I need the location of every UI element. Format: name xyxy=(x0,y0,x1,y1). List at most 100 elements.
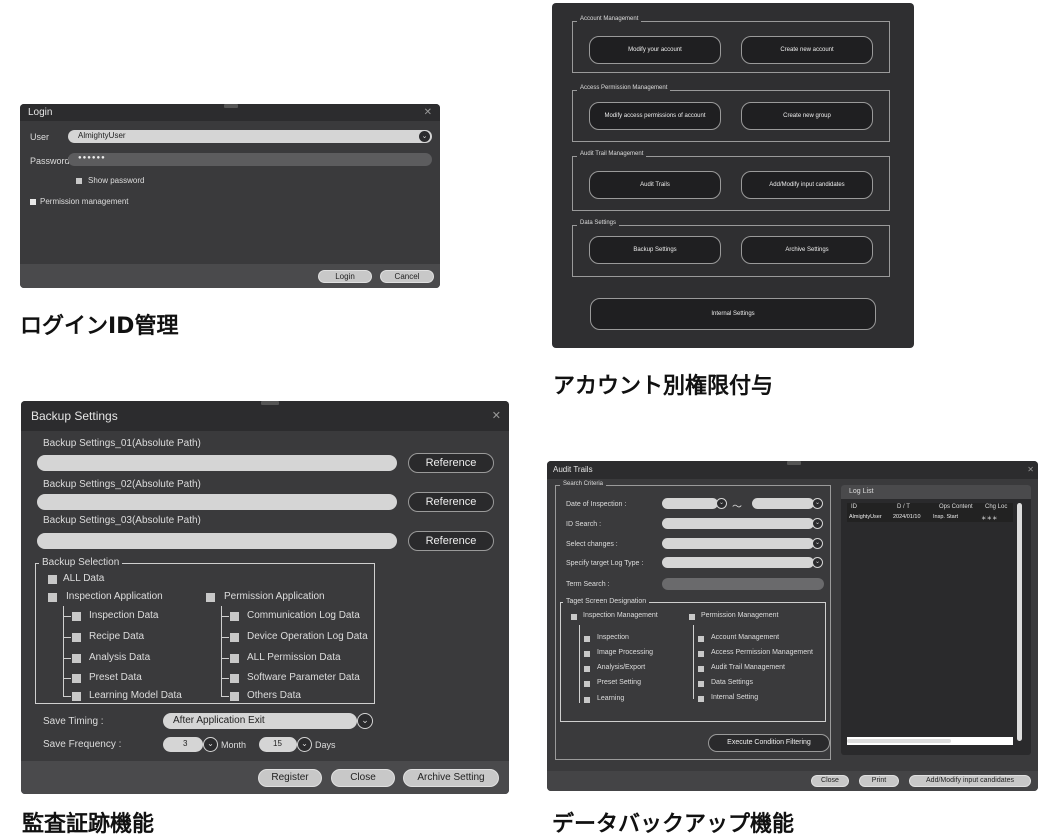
backup-path1-input[interactable] xyxy=(37,455,397,471)
print-button[interactable]: Print xyxy=(859,775,899,787)
user-select[interactable]: AlmightyUser xyxy=(68,130,432,143)
internal-settings-button[interactable]: Internal Settings xyxy=(590,298,876,330)
create-new-group-button[interactable]: Create new group xyxy=(741,102,873,130)
modify-your-account-button[interactable]: Modify your account xyxy=(589,36,721,64)
chevron-down-icon[interactable]: ⌄ xyxy=(203,737,218,752)
access-permission-management-checkbox[interactable] xyxy=(698,651,704,657)
archive-settings-button[interactable]: Archive Settings xyxy=(741,236,873,264)
table-row[interactable]: AlmightyUser 2024/01/10 Insp. Start ＊＊＊ xyxy=(847,513,1013,522)
account-management-checkbox[interactable] xyxy=(698,636,704,642)
backup-path2-input[interactable] xyxy=(37,494,397,510)
inspection-application-checkbox[interactable] xyxy=(48,593,57,602)
register-button[interactable]: Register xyxy=(258,769,322,787)
inspection-tree-line xyxy=(63,606,64,696)
login-button[interactable]: Login xyxy=(318,270,372,283)
close-icon[interactable]: ✕ xyxy=(492,401,501,431)
learning-model-data-checkbox[interactable] xyxy=(72,692,81,701)
password-field[interactable]: ●●●●●● xyxy=(68,153,432,166)
reference1-button[interactable]: Reference xyxy=(408,453,494,473)
software-parameter-data-label: Software Parameter Data xyxy=(247,672,360,683)
inspection-checkbox[interactable] xyxy=(584,636,590,642)
month-select[interactable]: 3 xyxy=(163,737,203,752)
device-operation-log-data-checkbox[interactable] xyxy=(230,633,239,642)
create-new-account-button[interactable]: Create new account xyxy=(741,36,873,64)
log-table: ID D / T Ops Content Chg Loc AlmightyUse… xyxy=(847,503,1013,745)
modify-access-permissions-button[interactable]: Modify access permissions of account xyxy=(589,102,721,130)
inspection-management-checkbox[interactable] xyxy=(571,614,577,620)
backup-path1-label: Backup Settings_01(Absolute Path) xyxy=(43,438,201,449)
drag-handle[interactable] xyxy=(224,104,238,108)
analysis-export-checkbox[interactable] xyxy=(584,666,590,672)
permission-management-checkbox[interactable] xyxy=(689,614,695,620)
log-type-select[interactable] xyxy=(662,557,814,568)
date-from-select[interactable] xyxy=(662,498,718,509)
inspection-data-checkbox[interactable] xyxy=(72,612,81,621)
chevron-down-icon[interactable]: ⌄ xyxy=(812,498,823,509)
chevron-down-icon[interactable]: ⌄ xyxy=(812,538,823,549)
backup-path3-input[interactable] xyxy=(37,533,397,549)
image-processing-checkbox[interactable] xyxy=(584,651,590,657)
backup-caption: 監査証跡機能 xyxy=(22,812,155,837)
all-permission-data-label: ALL Permission Data xyxy=(247,652,341,663)
communication-log-data-checkbox[interactable] xyxy=(230,612,239,621)
tree-branch xyxy=(63,658,71,659)
tree-branch xyxy=(221,616,229,617)
days-select[interactable]: 15 xyxy=(259,737,297,752)
chevron-down-icon[interactable]: ⌄ xyxy=(812,557,823,568)
backup-settings-button[interactable]: Backup Settings xyxy=(589,236,721,264)
vertical-scrollbar[interactable] xyxy=(1017,503,1022,741)
cancel-button[interactable]: Cancel xyxy=(380,270,434,283)
add-modify-input-candidates-button[interactable]: Add/Modify input candidates xyxy=(741,171,873,199)
archive-setting-button[interactable]: Archive Setting xyxy=(403,769,499,787)
permission-application-checkbox[interactable] xyxy=(206,593,215,602)
chevron-down-icon[interactable]: ⌄ xyxy=(812,518,823,529)
analysis-data-checkbox[interactable] xyxy=(72,654,81,663)
term-search-input[interactable] xyxy=(662,578,824,590)
close-icon[interactable]: ✕ xyxy=(424,104,432,121)
tree-branch xyxy=(63,696,71,697)
software-parameter-data-checkbox[interactable] xyxy=(230,674,239,683)
all-permission-data-checkbox[interactable] xyxy=(230,654,239,663)
save-timing-select[interactable]: After Application Exit xyxy=(163,713,357,729)
chevron-down-icon[interactable]: ⌄ xyxy=(357,713,373,729)
account-management-title: Account Management xyxy=(577,16,642,22)
chevron-down-icon[interactable]: ⌄ xyxy=(716,498,727,509)
col-chg-loc: Chg Loc xyxy=(985,504,1008,510)
add-modify-input-candidates-button[interactable]: Add/Modify input candidates xyxy=(909,775,1031,787)
target-screen-group: Taget Screen Designation Inspection Mana… xyxy=(560,598,826,722)
close-button[interactable]: Close xyxy=(811,775,849,787)
data-settings-checkbox[interactable] xyxy=(698,681,704,687)
login-window: Login ✕ User AlmightyUser ⌄ Password ●●●… xyxy=(20,104,440,288)
permission-management-checkbox[interactable] xyxy=(30,199,36,205)
execute-condition-filtering-button[interactable]: Execute Condition Filtering xyxy=(708,734,830,752)
reference2-button[interactable]: Reference xyxy=(408,492,494,512)
audit-trail-management-checkbox[interactable] xyxy=(698,666,704,672)
select-changes-select[interactable] xyxy=(662,538,814,549)
preset-data-checkbox[interactable] xyxy=(72,674,81,683)
reference3-button[interactable]: Reference xyxy=(408,531,494,551)
others-data-checkbox[interactable] xyxy=(230,692,239,701)
data-settings-group: Data Settings Backup Settings Archive Se… xyxy=(572,220,890,277)
drag-handle[interactable] xyxy=(261,401,279,405)
preset-setting-checkbox[interactable] xyxy=(584,681,590,687)
col-ops-content: Ops Content xyxy=(939,504,973,510)
recipe-data-checkbox[interactable] xyxy=(72,633,81,642)
horizontal-scrollbar[interactable] xyxy=(847,739,951,743)
close-button[interactable]: Close xyxy=(331,769,395,787)
account-management-group: Account Management Modify your account C… xyxy=(572,16,890,73)
drag-handle[interactable] xyxy=(787,461,801,465)
date-to-select[interactable] xyxy=(752,498,814,509)
chevron-down-icon[interactable]: ⌄ xyxy=(418,130,431,143)
password-value: ●●●●●● xyxy=(78,155,106,161)
tree-branch xyxy=(221,678,229,679)
close-icon[interactable]: ✕ xyxy=(1027,461,1034,479)
internal-setting-checkbox[interactable] xyxy=(698,696,704,702)
show-password-checkbox[interactable] xyxy=(76,178,82,184)
all-data-checkbox[interactable] xyxy=(48,575,57,584)
id-search-select[interactable] xyxy=(662,518,814,529)
audit-trails-button[interactable]: Audit Trails xyxy=(589,171,721,199)
learning-checkbox[interactable] xyxy=(584,697,590,703)
col-datetime: D / T xyxy=(897,504,910,510)
permission-management-label: Permission management xyxy=(40,197,129,206)
chevron-down-icon[interactable]: ⌄ xyxy=(297,737,312,752)
